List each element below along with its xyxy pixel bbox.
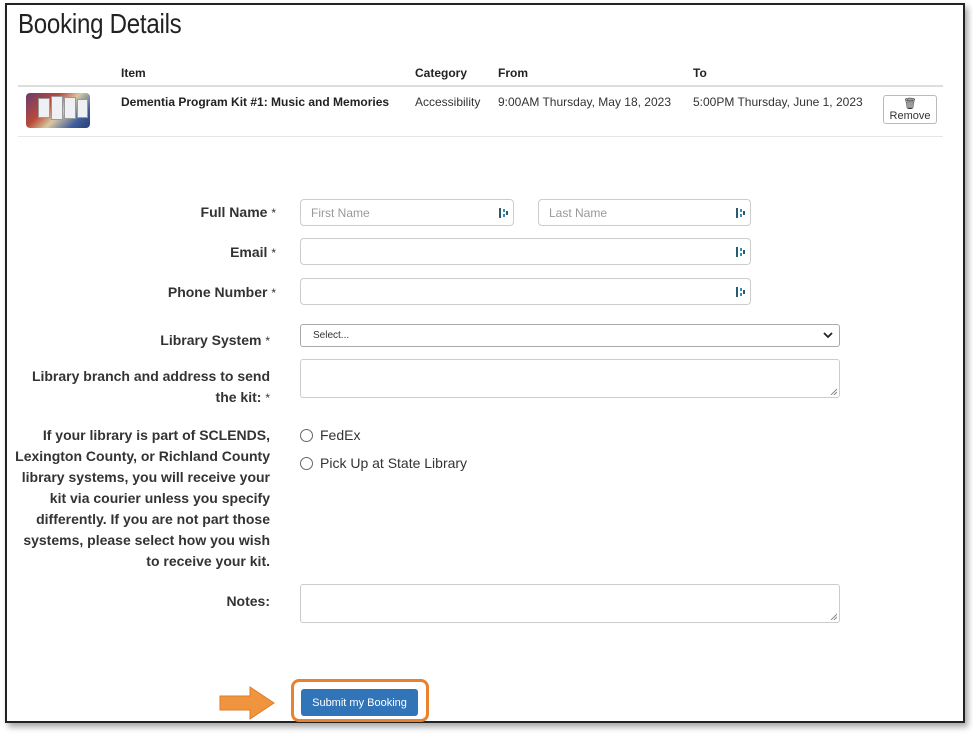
full-name-label: Full Name * bbox=[200, 204, 276, 220]
thumb-cell bbox=[18, 86, 115, 137]
kit-thumbnail[interactable] bbox=[26, 93, 90, 128]
radio-button[interactable] bbox=[300, 456, 313, 470]
trash-icon: 🗑 bbox=[903, 98, 917, 110]
table-row: Dementia Program Kit #1: Music and Memor… bbox=[18, 86, 943, 137]
item-header: Item bbox=[115, 60, 409, 87]
library-system-label: Library System * bbox=[160, 332, 270, 348]
notes-textarea[interactable] bbox=[300, 584, 840, 623]
radio-button[interactable] bbox=[300, 428, 313, 442]
page-title: Booking Details bbox=[18, 8, 182, 39]
radio-fedex[interactable]: FedEx bbox=[300, 427, 360, 443]
library-system-select[interactable]: Select... bbox=[300, 324, 840, 347]
from-cell: 9:00AM Thursday, May 18, 2023 bbox=[492, 86, 687, 137]
thumb-header bbox=[18, 60, 115, 87]
resize-grip-icon[interactable] bbox=[830, 613, 837, 620]
branch-label: Library branch and address to send the k… bbox=[31, 368, 270, 405]
booking-table: Item Category From To Dementia Program K… bbox=[18, 60, 943, 137]
last-name-input[interactable]: Last Name bbox=[538, 199, 751, 226]
remove-button[interactable]: 🗑Remove bbox=[883, 95, 937, 124]
to-cell: 5:00PM Thursday, June 1, 2023 bbox=[687, 86, 877, 137]
category-cell: Accessibility bbox=[409, 86, 492, 137]
submit-booking-button[interactable]: Submit my Booking bbox=[301, 689, 418, 716]
item-cell: Dementia Program Kit #1: Music and Memor… bbox=[115, 86, 409, 137]
actions-cell: 🗑Remove bbox=[877, 86, 943, 137]
remove-label: Remove bbox=[889, 110, 931, 122]
to-header: To bbox=[687, 60, 877, 87]
email-label: Email * bbox=[230, 244, 276, 260]
from-header: From bbox=[492, 60, 687, 87]
pointer-arrow-icon bbox=[219, 686, 275, 720]
email-field[interactable] bbox=[300, 238, 751, 265]
delivery-instructions-label: If your library is part of SCLENDS, Lexi… bbox=[15, 427, 270, 569]
password-manager-icon[interactable] bbox=[736, 246, 746, 258]
branch-address-textarea[interactable] bbox=[300, 359, 840, 398]
notes-label: Notes: bbox=[226, 593, 270, 609]
table-header-row: Item Category From To bbox=[18, 60, 943, 87]
resize-grip-icon[interactable] bbox=[830, 388, 837, 395]
category-header: Category bbox=[409, 60, 492, 87]
first-name-input[interactable]: First Name bbox=[300, 199, 514, 226]
phone-label: Phone Number * bbox=[167, 284, 276, 300]
radio-pickup-state-library[interactable]: Pick Up at State Library bbox=[300, 455, 467, 471]
password-manager-icon[interactable] bbox=[736, 286, 746, 298]
actions-header bbox=[877, 60, 943, 87]
phone-field[interactable] bbox=[300, 278, 751, 305]
password-manager-icon[interactable] bbox=[499, 207, 509, 219]
chevron-down-icon bbox=[823, 332, 833, 339]
password-manager-icon[interactable] bbox=[736, 207, 746, 219]
